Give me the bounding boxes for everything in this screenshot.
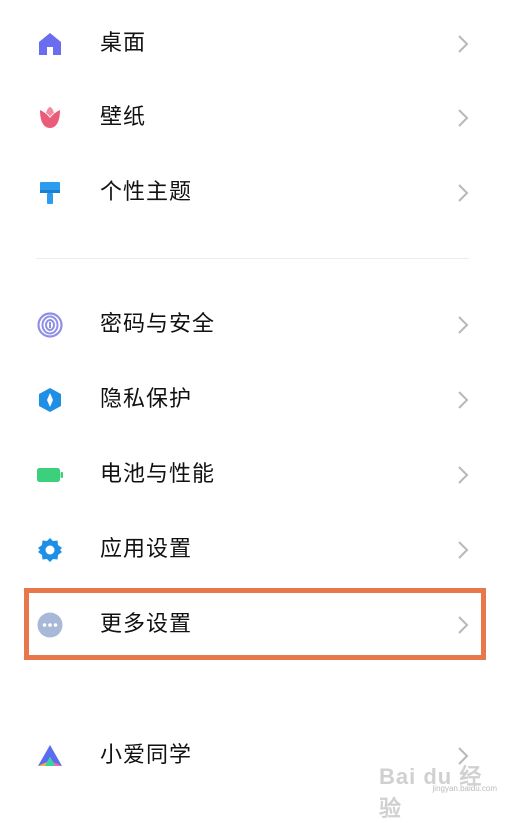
chevron-right-icon [455,613,471,637]
settings-item-label: 桌面 [100,31,147,56]
settings-item-password-security[interactable]: 密码与安全 [0,293,505,357]
settings-item-label: 应用设置 [100,537,193,562]
settings-item-wallpaper[interactable]: 壁纸 [0,86,505,150]
chevron-right-icon [455,32,471,56]
gear-icon [36,536,64,564]
settings-item-more-settings[interactable]: 更多设置 [0,593,505,657]
settings-item-label: 壁纸 [100,105,147,130]
settings-item-label: 小爱同学 [100,743,193,768]
settings-item-label: 隐私保护 [100,387,193,412]
settings-item-xiaoai[interactable]: 小爱同学 [0,724,505,788]
tulip-icon [36,104,64,132]
fingerprint-icon [36,311,64,339]
settings-item-app-settings[interactable]: 应用设置 [0,518,505,582]
chevron-right-icon [455,106,471,130]
settings-item-battery-performance[interactable]: 电池与性能 [0,443,505,507]
section-divider [36,258,469,259]
settings-item-label: 个性主题 [100,180,193,205]
settings-item-label: 电池与性能 [100,462,216,487]
chevron-right-icon [455,744,471,768]
chevron-right-icon [455,388,471,412]
more-dots-icon [36,611,64,639]
settings-item-label: 更多设置 [100,612,193,637]
settings-item-desktop[interactable]: 桌面 [0,12,505,76]
settings-item-label: 密码与安全 [100,312,216,337]
home-icon [36,30,64,58]
chevron-right-icon [455,463,471,487]
chevron-right-icon [455,313,471,337]
settings-item-themes[interactable]: 个性主题 [0,161,505,225]
settings-item-privacy[interactable]: 隐私保护 [0,368,505,432]
xiaoai-icon [36,742,64,770]
privacy-shield-icon [36,386,64,414]
chevron-right-icon [455,181,471,205]
chevron-right-icon [455,538,471,562]
battery-icon [36,461,64,489]
paintbrush-icon [36,179,64,207]
